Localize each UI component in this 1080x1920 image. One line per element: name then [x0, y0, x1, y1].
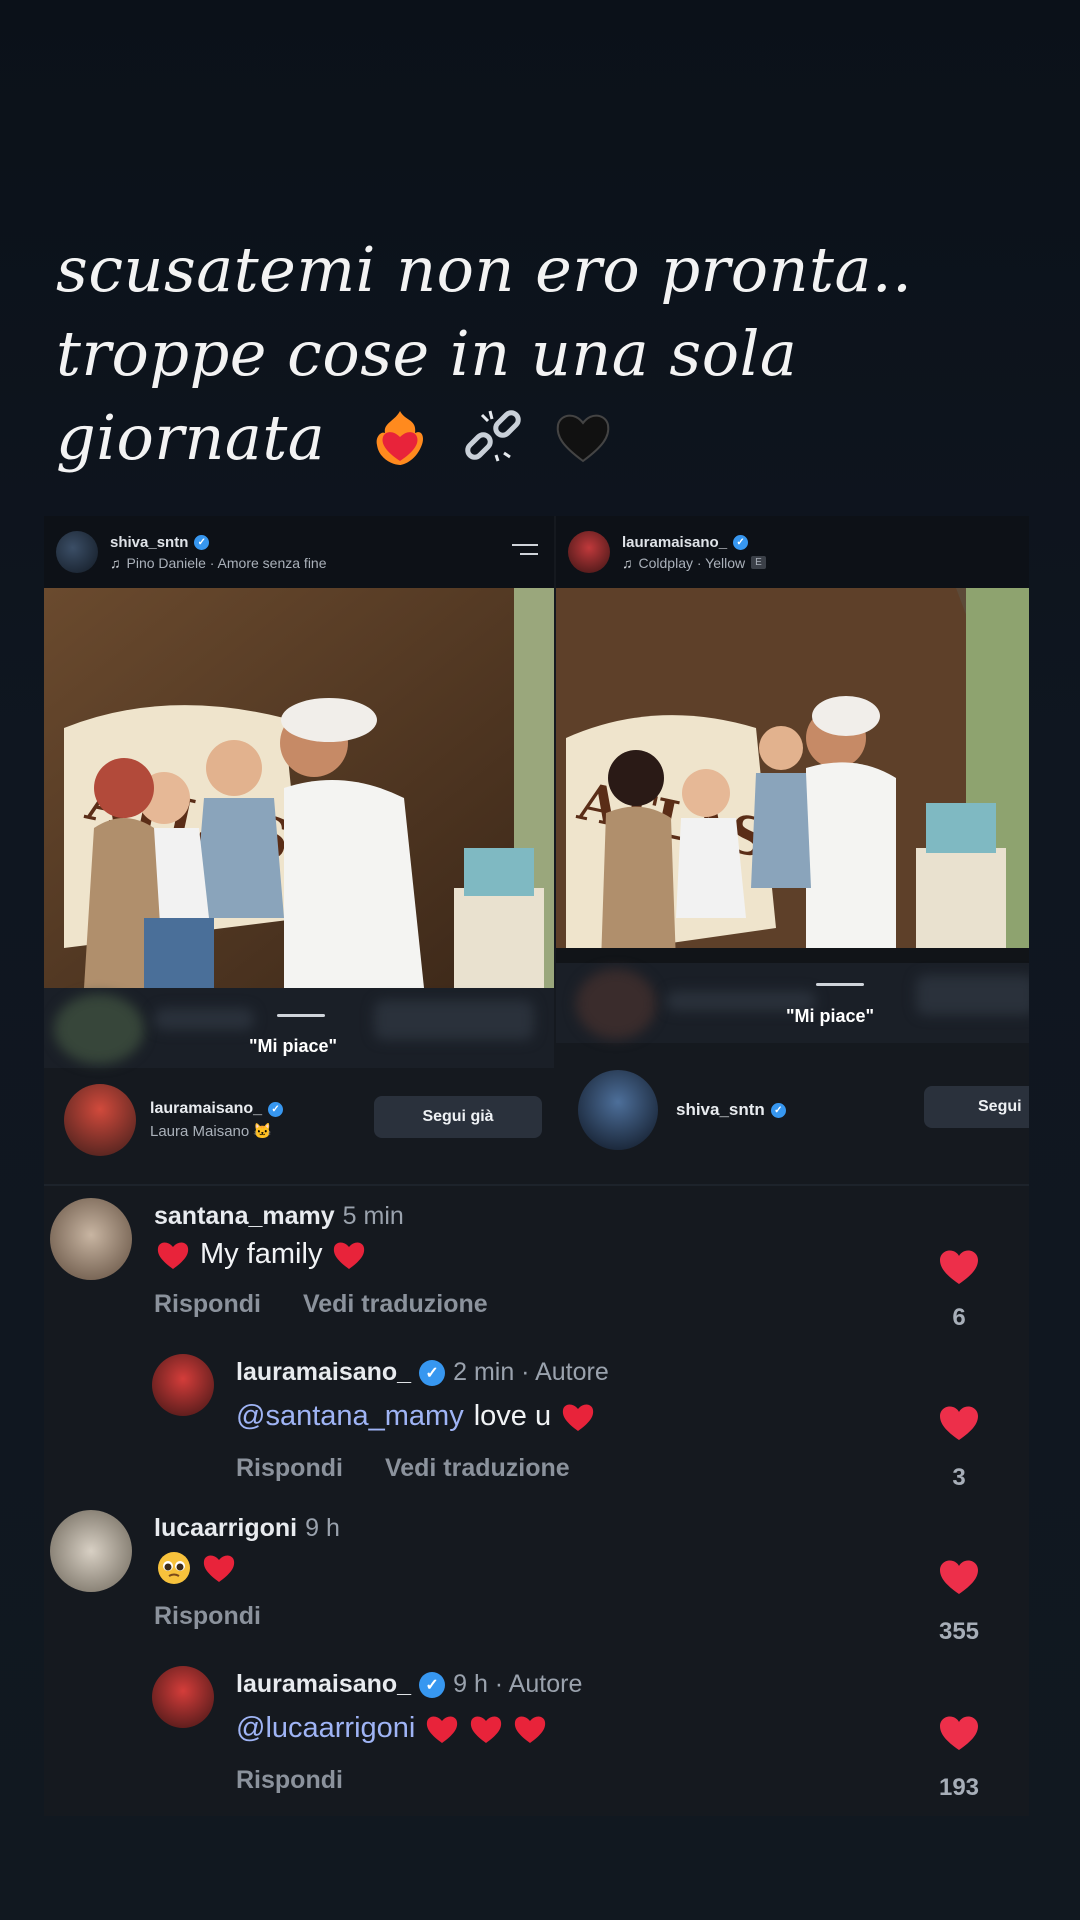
pleading-face-icon — [158, 1552, 190, 1584]
comment-text — [156, 1550, 236, 1586]
drag-handle[interactable] — [277, 1014, 325, 1017]
comment-text: My family — [156, 1238, 366, 1271]
verified-icon: ✓ — [419, 1359, 446, 1386]
avatar[interactable] — [568, 531, 610, 573]
music-info[interactable]: ♫ Coldplay · Yellow E — [622, 555, 766, 571]
left-post-header: shiva_sntn ✓ ♫ Pino Daniele · Amore senz… — [44, 516, 554, 588]
blurred-overlay — [556, 963, 1029, 1043]
comment-username[interactable]: lucaarrigoni — [154, 1514, 297, 1543]
comment-text: @santana_mamy love u — [236, 1400, 595, 1433]
divider — [44, 1184, 1029, 1186]
post-photo[interactable]: ATLAS — [556, 588, 1029, 963]
comment-header: lauramaisano_ ✓ 2 min · Autore — [236, 1358, 609, 1387]
reply-button[interactable]: Rispondi — [154, 1290, 261, 1318]
black-heart-icon — [556, 414, 610, 463]
comment-text: @lucaarrigoni — [236, 1712, 547, 1745]
caption-line-3-text: giornata — [56, 401, 326, 474]
liker-row[interactable]: lauramaisano_ ✓ Laura Maisano 🐱 — [64, 1084, 284, 1156]
like-heart-icon[interactable] — [938, 1404, 980, 1442]
heart-on-fire-icon — [377, 411, 424, 465]
liker-row[interactable]: shiva_sntn ✓ — [578, 1070, 786, 1150]
likes-sheet-title: "Mi piace" — [249, 1036, 338, 1056]
red-heart-icon — [334, 1242, 365, 1269]
verified-icon: ✓ — [194, 534, 210, 550]
comment-username[interactable]: santana_mamy — [154, 1202, 335, 1231]
following-button[interactable]: Segui già — [374, 1096, 542, 1138]
red-heart-icon — [515, 1716, 546, 1743]
mention-link[interactable]: @lucaarrigoni — [236, 1712, 415, 1745]
like-count: 355 — [938, 1618, 980, 1645]
caption-line-3: giornata — [56, 396, 1016, 480]
post-photo[interactable]: ATLAS — [44, 588, 554, 988]
see-translation-button[interactable]: Vedi traduzione — [303, 1290, 488, 1318]
reply-button[interactable]: Rispondi — [236, 1766, 343, 1794]
avatar[interactable] — [50, 1510, 132, 1592]
like-count: 3 — [952, 1464, 966, 1491]
like-count: 6 — [952, 1304, 966, 1331]
reply-button[interactable]: Rispondi — [154, 1602, 261, 1630]
comment-time: 5 min — [342, 1202, 404, 1230]
menu-icon[interactable] — [512, 544, 538, 562]
liker-fullname: Laura Maisano 🐱 — [150, 1123, 273, 1140]
avatar[interactable] — [50, 1198, 132, 1280]
avatar[interactable] — [64, 1084, 136, 1156]
comment-header: lauramaisano_ ✓ 9 h · Autore — [236, 1670, 582, 1699]
comment-header: lucaarrigoni 9 h — [154, 1514, 340, 1543]
avatar[interactable] — [56, 531, 98, 573]
red-heart-icon — [203, 1555, 235, 1582]
see-translation-button[interactable]: Vedi traduzione — [385, 1454, 570, 1482]
red-heart-icon — [562, 1404, 594, 1431]
comment-time: 2 min · Autore — [453, 1358, 609, 1386]
right-post-header: lauramaisano_ ✓ ♫ Coldplay · Yellow E — [556, 516, 1029, 588]
comment-actions: Rispondi Vedi traduzione — [236, 1454, 570, 1483]
story-caption: scusatemi non ero pronta.. troppe cose i… — [56, 228, 1016, 480]
liker-username[interactable]: lauramaisano_ ✓ — [150, 1100, 284, 1118]
comment-time: 9 h · Autore — [453, 1670, 583, 1698]
verified-icon: ✓ — [770, 1102, 786, 1118]
red-heart-icon — [157, 1242, 189, 1269]
like-heart-icon[interactable] — [938, 1248, 980, 1286]
broken-chain-icon — [464, 410, 521, 462]
like-heart-icon[interactable] — [938, 1558, 980, 1596]
follow-button[interactable]: Segui — [924, 1086, 1029, 1128]
comment-username[interactable]: lauramaisano_ — [236, 1670, 411, 1699]
music-info[interactable]: ♫ Pino Daniele · Amore senza fine — [110, 555, 327, 571]
caption-line-2: troppe cose in una sola — [56, 317, 798, 390]
reshared-screenshot: shiva_sntn ✓ ♫ Pino Daniele · Amore senz… — [44, 516, 1029, 1816]
comment-header: santana_mamy 5 min — [154, 1202, 404, 1231]
verified-icon: ✓ — [268, 1101, 284, 1117]
red-heart-icon — [427, 1716, 458, 1743]
avatar[interactable] — [152, 1666, 214, 1728]
red-heart-icon — [471, 1716, 502, 1743]
post-username[interactable]: lauramaisano_ ✓ — [622, 534, 766, 551]
comment-actions: Rispondi — [154, 1602, 261, 1631]
likes-sheet-title: "Mi piace" — [786, 1006, 875, 1026]
liker-username[interactable]: shiva_sntn ✓ — [676, 1100, 786, 1120]
post-username[interactable]: shiva_sntn ✓ — [110, 534, 327, 551]
music-note-icon: ♫ — [110, 554, 121, 571]
like-heart-icon[interactable] — [938, 1714, 980, 1752]
like-count: 193 — [938, 1774, 980, 1801]
avatar[interactable] — [578, 1070, 658, 1150]
comment-actions: Rispondi — [236, 1766, 343, 1795]
comment-actions: Rispondi Vedi traduzione — [154, 1290, 488, 1319]
caption-line-1: scusatemi non ero pronta.. — [56, 233, 913, 306]
comment-username[interactable]: lauramaisano_ — [236, 1358, 411, 1387]
music-note-icon: ♫ — [622, 554, 633, 571]
verified-icon: ✓ — [733, 534, 749, 550]
comment-time: 9 h — [305, 1514, 340, 1542]
avatar[interactable] — [152, 1354, 214, 1416]
mention-link[interactable]: @santana_mamy — [236, 1400, 464, 1433]
reply-button[interactable]: Rispondi — [236, 1454, 343, 1482]
explicit-badge: E — [751, 556, 766, 569]
verified-icon: ✓ — [419, 1671, 446, 1698]
drag-handle[interactable] — [816, 983, 864, 986]
